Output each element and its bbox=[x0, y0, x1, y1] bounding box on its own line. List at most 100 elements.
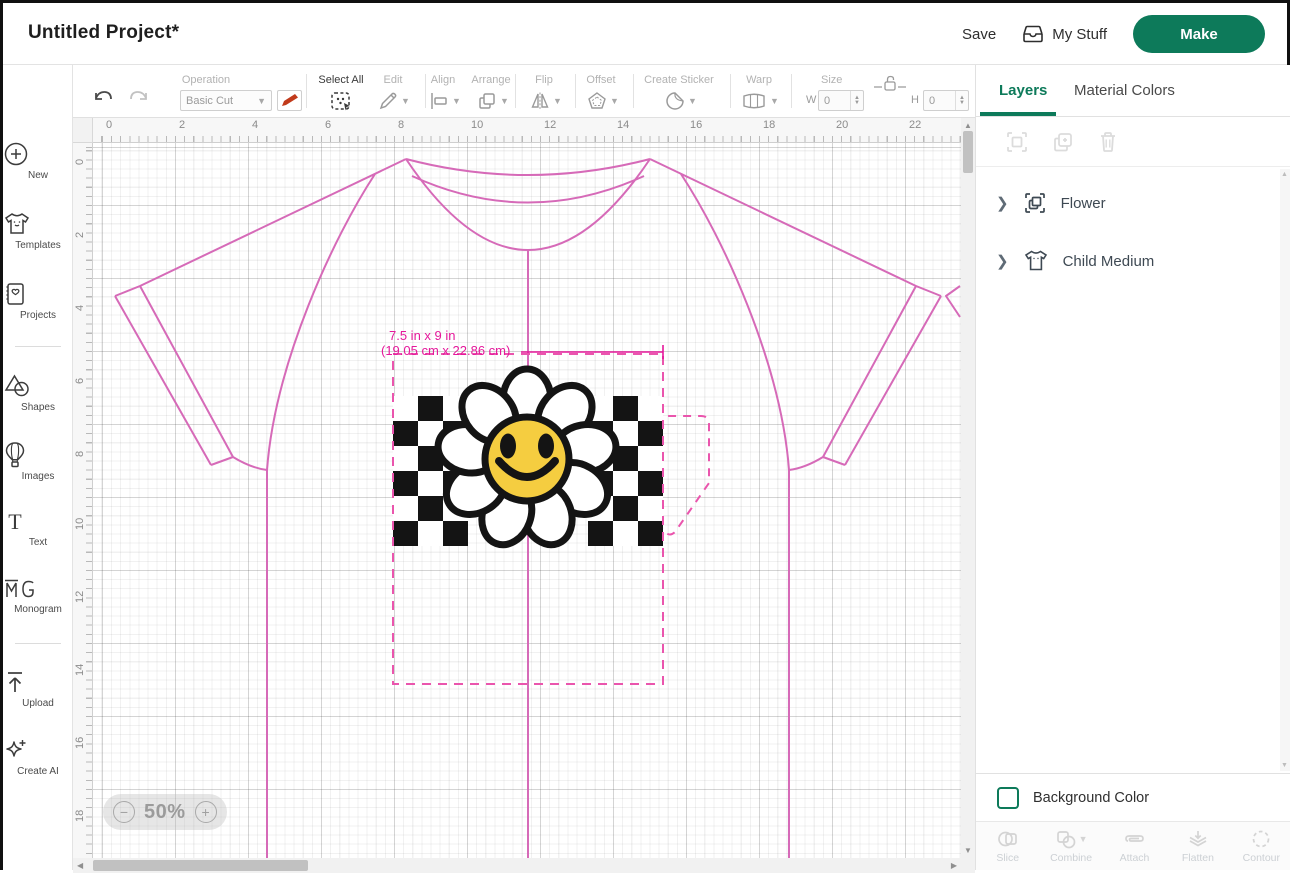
align-button[interactable]: ▼ bbox=[429, 91, 461, 111]
height-label: H bbox=[911, 94, 919, 106]
undo-button[interactable] bbox=[91, 87, 115, 109]
images-balloon-icon bbox=[3, 441, 73, 468]
ruler-top: 0246810121416182022 bbox=[93, 118, 961, 143]
chevron-right-icon[interactable]: ❯ bbox=[996, 194, 1009, 212]
save-button[interactable]: Save bbox=[962, 26, 996, 43]
ruler-left: 024681012141618 bbox=[73, 143, 93, 858]
chevron-right-icon[interactable]: ❯ bbox=[996, 252, 1009, 270]
ruler-top-label: 10 bbox=[471, 119, 483, 131]
combine-button[interactable]: ▼ Combine bbox=[1039, 822, 1102, 870]
horizontal-scrollbar-thumb[interactable] bbox=[93, 860, 308, 871]
ruler-left-label: 8 bbox=[74, 451, 86, 457]
vertical-scrollbar[interactable]: ▲ ▼ bbox=[961, 118, 975, 858]
chevron-down-icon: ▼ bbox=[401, 96, 410, 106]
warp-label: Warp bbox=[746, 74, 772, 86]
toolbar-divider bbox=[306, 74, 307, 108]
scroll-up-arrow[interactable]: ▲ bbox=[1281, 171, 1288, 178]
chevron-down-icon: ▼ bbox=[553, 96, 562, 106]
layer-row-child-medium[interactable]: ❯ Child Medium bbox=[976, 239, 1290, 283]
dimension-label-cm: (19.05 cm x 22.86 cm) bbox=[381, 343, 510, 358]
make-button[interactable]: Make bbox=[1133, 15, 1265, 53]
redo-button[interactable] bbox=[127, 87, 151, 109]
width-input[interactable]: 0 ▲▼ bbox=[818, 90, 864, 111]
attach-button[interactable]: Attach bbox=[1103, 822, 1166, 870]
trash-icon[interactable] bbox=[1098, 131, 1118, 153]
layer-name: Child Medium bbox=[1063, 253, 1155, 270]
background-color-row: Background Color bbox=[976, 773, 1290, 821]
layer-actions-bar: Slice ▼ Combine Attach bbox=[976, 821, 1290, 870]
group-select-icon[interactable] bbox=[1006, 131, 1028, 153]
sidebar-item-templates[interactable]: Templates bbox=[3, 211, 73, 251]
zoom-control: − 50% + bbox=[103, 794, 227, 830]
height-input[interactable]: 0 ▲▼ bbox=[923, 90, 969, 111]
horizontal-scrollbar[interactable]: ◀ ▶ bbox=[73, 858, 975, 873]
select-all-button[interactable] bbox=[329, 91, 353, 113]
chevron-down-icon: ▼ bbox=[610, 96, 619, 106]
sidebar-item-text[interactable]: T Text bbox=[3, 510, 73, 548]
sidebar-item-new[interactable]: New bbox=[3, 141, 73, 181]
layer-row-flower[interactable]: ❯ Flower bbox=[976, 181, 1290, 225]
scroll-down-arrow[interactable]: ▼ bbox=[964, 846, 972, 855]
slice-button[interactable]: Slice bbox=[976, 822, 1039, 870]
arrange-button[interactable]: ▼ bbox=[477, 91, 509, 111]
scroll-down-arrow[interactable]: ▼ bbox=[1281, 762, 1288, 769]
contour-button[interactable]: Contour bbox=[1230, 822, 1290, 870]
tab-layers[interactable]: Layers bbox=[999, 82, 1047, 99]
edit-button[interactable]: ▼ bbox=[378, 91, 410, 111]
ruler-top-label: 14 bbox=[617, 119, 629, 131]
offset-button[interactable]: ▼ bbox=[587, 91, 619, 111]
monogram-icon bbox=[3, 577, 73, 601]
design-canvas[interactable]: 7.5 in x 9 in (19.05 cm x 22.86 cm) − 50… bbox=[93, 143, 961, 858]
scroll-up-arrow[interactable]: ▲ bbox=[964, 121, 972, 130]
measurement-line bbox=[521, 345, 663, 359]
background-color-checkbox[interactable] bbox=[997, 787, 1019, 809]
slice-icon bbox=[997, 829, 1019, 849]
toolbar-divider bbox=[575, 74, 576, 108]
lock-open-icon[interactable] bbox=[873, 75, 907, 91]
vertical-scrollbar-thumb[interactable] bbox=[963, 131, 973, 173]
sidebar-item-upload[interactable]: Upload bbox=[3, 669, 73, 709]
flower-smiley-center[interactable] bbox=[485, 417, 569, 501]
my-stuff-button[interactable]: My Stuff bbox=[1022, 25, 1107, 43]
tshirt-icon bbox=[1023, 249, 1049, 273]
chevron-down-icon: ▼ bbox=[500, 96, 509, 106]
zoom-out-button[interactable]: − bbox=[113, 801, 135, 823]
size-label: Size bbox=[821, 74, 842, 86]
panel-scrollbar[interactable]: ▲ ▼ bbox=[1280, 169, 1290, 771]
operation-dropdown[interactable]: Basic Cut▼ bbox=[180, 90, 272, 111]
upload-icon bbox=[3, 669, 73, 695]
sidebar-item-projects[interactable]: Projects bbox=[3, 281, 73, 321]
flatten-button[interactable]: Flatten bbox=[1166, 822, 1229, 870]
ruler-top-label: 22 bbox=[909, 119, 921, 131]
ruler-corner bbox=[73, 118, 93, 143]
duplicate-icon[interactable] bbox=[1052, 131, 1074, 153]
sidebar-item-shapes[interactable]: Shapes bbox=[3, 373, 73, 413]
ruler-left-label: 10 bbox=[74, 518, 86, 530]
width-label: W bbox=[806, 94, 816, 106]
combine-icon bbox=[1055, 829, 1077, 849]
align-label: Align bbox=[431, 74, 455, 86]
sidebar-divider bbox=[15, 643, 61, 644]
layer-tools bbox=[976, 117, 1290, 167]
scroll-left-arrow[interactable]: ◀ bbox=[77, 861, 83, 870]
sidebar-item-monogram[interactable]: Monogram bbox=[3, 577, 73, 615]
warp-button[interactable]: ▼ bbox=[741, 91, 779, 111]
scroll-right-arrow[interactable]: ▶ bbox=[951, 861, 957, 870]
zoom-in-button[interactable]: + bbox=[195, 801, 217, 823]
create-sticker-button[interactable]: ▼ bbox=[665, 91, 697, 111]
width-stepper[interactable]: ▲▼ bbox=[850, 91, 863, 110]
ruler-top-label: 0 bbox=[106, 119, 112, 131]
sidebar-item-images[interactable]: Images bbox=[3, 441, 73, 482]
ruler-top-label: 6 bbox=[325, 119, 331, 131]
sidebar-item-create-ai[interactable]: Create AI bbox=[3, 737, 73, 777]
ruler-top-label: 4 bbox=[252, 119, 258, 131]
ruler-top-label: 12 bbox=[544, 119, 556, 131]
flip-button[interactable]: ▼ bbox=[530, 91, 562, 111]
operation-color-swatch[interactable] bbox=[277, 90, 302, 111]
tab-material-colors[interactable]: Material Colors bbox=[1074, 82, 1175, 99]
height-stepper[interactable]: ▲▼ bbox=[955, 91, 968, 110]
chevron-down-icon: ▼ bbox=[770, 96, 779, 106]
chevron-down-icon: ▼ bbox=[257, 96, 266, 106]
contour-icon bbox=[1250, 829, 1272, 849]
panel-tabs: Layers Material Colors bbox=[976, 65, 1290, 117]
